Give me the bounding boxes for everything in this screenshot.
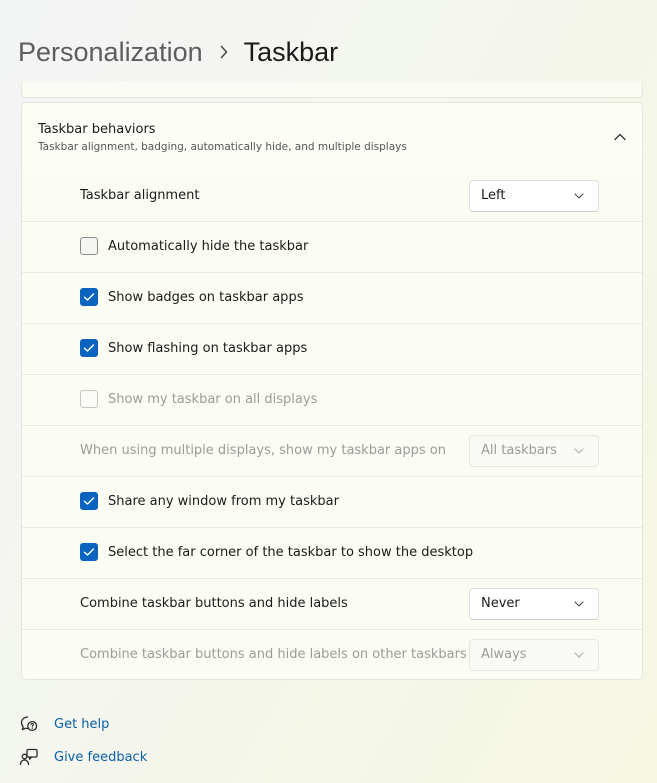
setting-share-window: Share any window from my taskbar xyxy=(22,477,642,528)
setting-combine-buttons: Combine taskbar buttons and hide labels … xyxy=(22,579,642,630)
previous-settings-card xyxy=(21,82,643,98)
section-description: Taskbar alignment, badging, automaticall… xyxy=(38,141,407,153)
far-corner-checkbox[interactable] xyxy=(80,543,98,561)
setting-flashing: Show flashing on taskbar apps xyxy=(22,324,642,375)
auto-hide-label[interactable]: Automatically hide the taskbar xyxy=(108,222,308,272)
help-chat-icon xyxy=(18,713,40,735)
flashing-checkbox[interactable] xyxy=(80,339,98,357)
share-window-label[interactable]: Share any window from my taskbar xyxy=(108,477,339,527)
taskbar-alignment-dropdown[interactable]: Left xyxy=(469,180,599,212)
chevron-right-icon xyxy=(219,45,229,59)
taskbar-behaviors-card: Taskbar behaviors Taskbar alignment, bad… xyxy=(21,102,643,680)
combine-buttons-dropdown[interactable]: Never xyxy=(469,588,599,620)
multi-display-apps-dropdown: All taskbars xyxy=(469,435,599,467)
multi-display-apps-value: All taskbars xyxy=(481,443,557,458)
all-displays-label: Show my taskbar on all displays xyxy=(108,392,318,407)
auto-hide-checkbox[interactable] xyxy=(80,237,98,255)
flashing-label[interactable]: Show flashing on taskbar apps xyxy=(108,324,307,374)
taskbar-alignment-value: Left xyxy=(481,188,506,203)
page-title: Taskbar xyxy=(243,36,339,67)
setting-auto-hide: Automatically hide the taskbar xyxy=(22,222,642,273)
badges-checkbox[interactable] xyxy=(80,288,98,306)
setting-multi-display-apps: When using multiple displays, show my ta… xyxy=(22,426,642,477)
give-feedback-link[interactable]: Give feedback xyxy=(18,745,147,769)
breadcrumb: Personalization Taskbar xyxy=(18,30,338,74)
combine-other-value: Always xyxy=(481,647,527,662)
combine-buttons-value: Never xyxy=(481,596,520,611)
badges-label[interactable]: Show badges on taskbar apps xyxy=(108,273,303,323)
get-help-label[interactable]: Get help xyxy=(54,717,109,732)
checkmark-icon xyxy=(83,548,95,556)
breadcrumb-personalization[interactable]: Personalization xyxy=(18,37,203,68)
chevron-down-icon xyxy=(574,448,584,454)
all-displays-checkbox xyxy=(80,390,98,408)
share-window-checkbox[interactable] xyxy=(80,492,98,510)
taskbar-alignment-label: Taskbar alignment xyxy=(80,188,200,203)
setting-far-corner: Select the far corner of the taskbar to … xyxy=(22,528,642,579)
setting-all-displays: Show my taskbar on all displays xyxy=(22,375,642,426)
taskbar-behaviors-header[interactable]: Taskbar behaviors Taskbar alignment, bad… xyxy=(22,103,642,172)
combine-buttons-label: Combine taskbar buttons and hide labels xyxy=(80,596,348,611)
combine-other-label: Combine taskbar buttons and hide labels … xyxy=(80,647,467,662)
chevron-down-icon xyxy=(574,601,584,607)
combine-other-dropdown: Always xyxy=(469,639,599,671)
setting-taskbar-alignment: Taskbar alignment Left xyxy=(22,171,642,222)
chevron-down-icon xyxy=(574,652,584,658)
get-help-link[interactable]: Get help xyxy=(18,712,109,736)
chevron-up-icon[interactable] xyxy=(610,127,630,147)
far-corner-label[interactable]: Select the far corner of the taskbar to … xyxy=(108,528,473,578)
checkmark-icon xyxy=(83,293,95,301)
give-feedback-label[interactable]: Give feedback xyxy=(54,750,147,765)
feedback-icon xyxy=(18,746,40,768)
setting-combine-other-taskbars: Combine taskbar buttons and hide labels … xyxy=(22,630,642,679)
setting-badges: Show badges on taskbar apps xyxy=(22,273,642,324)
checkmark-icon xyxy=(83,344,95,352)
multi-display-apps-label: When using multiple displays, show my ta… xyxy=(80,443,446,458)
chevron-down-icon xyxy=(574,193,584,199)
section-title: Taskbar behaviors xyxy=(38,122,156,137)
checkmark-icon xyxy=(83,497,95,505)
